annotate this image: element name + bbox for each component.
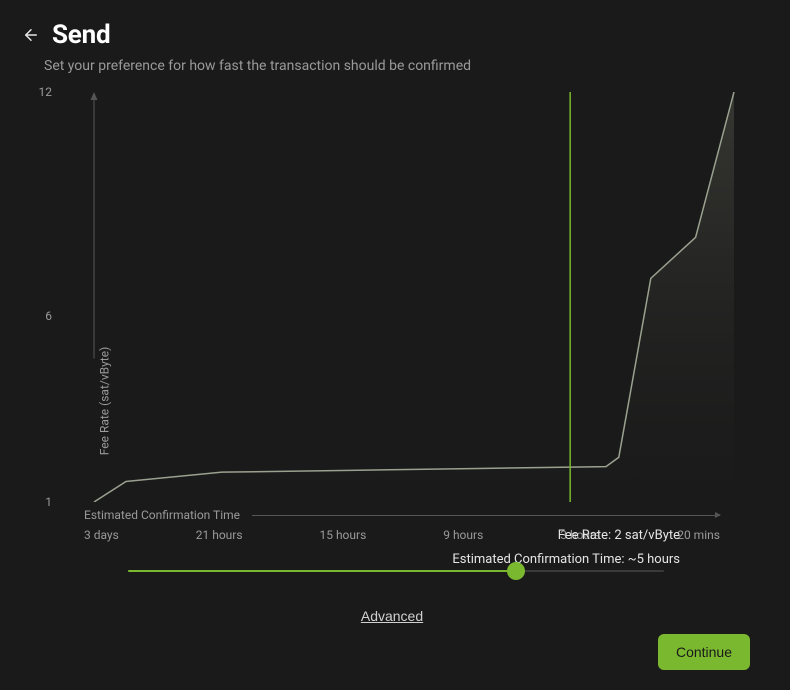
x-tick: 20 mins — [677, 528, 720, 542]
x-tick: 3 days — [84, 528, 119, 542]
advanced-link[interactable]: Advanced — [361, 608, 423, 624]
continue-button[interactable]: Continue — [658, 634, 750, 670]
slider-fill — [128, 570, 516, 572]
x-tick: 21 hours — [196, 528, 243, 542]
x-axis-arrow — [252, 515, 720, 516]
fee-rate-readout: Fee Rate: 2 sat/vByte — [452, 524, 680, 547]
y-tick: 1 — [45, 495, 52, 509]
arrow-left-icon — [22, 26, 40, 44]
y-tick: 12 — [39, 85, 53, 99]
fee-chart: Fee Rate (sat/vByte) 1612 Fee Rate: 2 sa… — [64, 92, 720, 625]
back-button[interactable] — [20, 24, 42, 46]
page-subtitle: Set your preference for how fast the tra… — [44, 58, 770, 74]
fee-slider[interactable] — [128, 562, 664, 580]
x-tick: 15 hours — [319, 528, 366, 542]
x-axis-label: Estimated Confirmation Time — [84, 508, 240, 522]
chart-plot-area — [64, 92, 754, 502]
slider-handle[interactable] — [507, 562, 525, 580]
y-tick: 6 — [45, 309, 52, 323]
y-axis-label: Fee Rate (sat/vByte) — [97, 347, 111, 456]
page-title: Send — [52, 20, 110, 50]
